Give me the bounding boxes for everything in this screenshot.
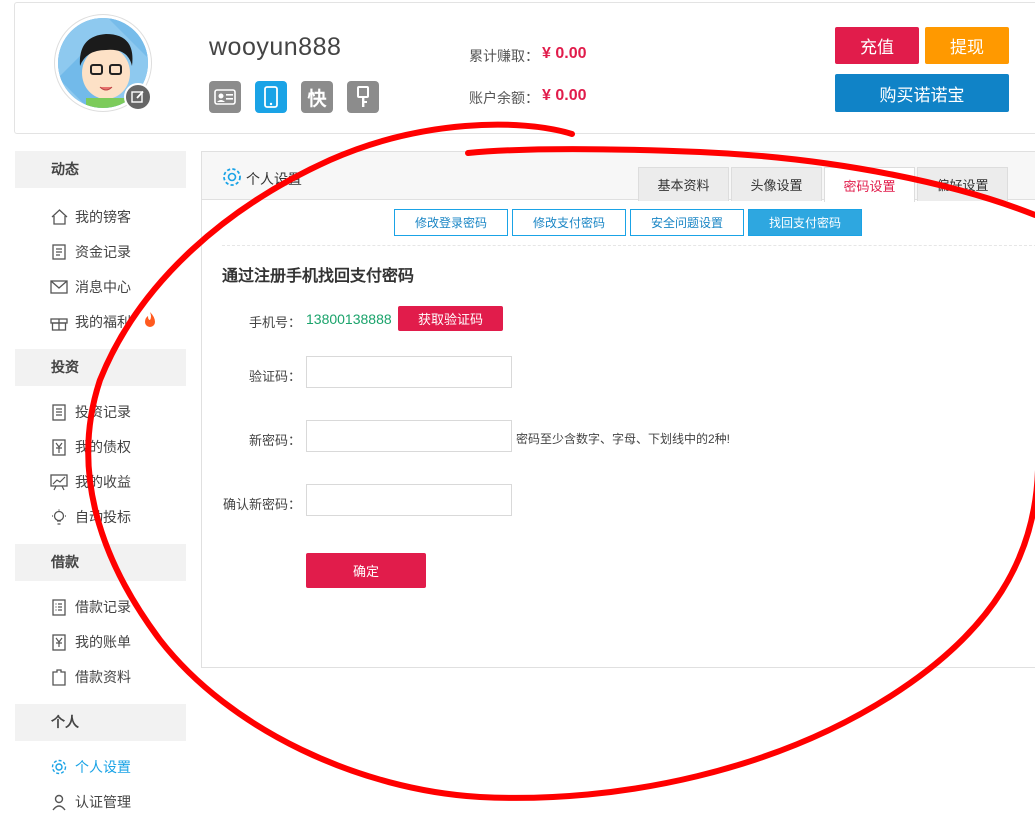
sidebar-item-my-claims[interactable]: 我的债权 [49,436,131,458]
new-password-label: 新密码： [248,433,301,448]
subtab-change-login-password[interactable]: 修改登录密码 [394,209,508,236]
sidebar-item-my-earnings[interactable]: 我的收益 [49,471,131,493]
submit-button[interactable]: 确定 [306,553,426,588]
phone-icon[interactable] [255,81,287,113]
subtab-recover-pay-password[interactable]: 找回支付密码 [748,209,862,236]
phone-value: 13800138888 [306,311,392,327]
sidebar-section-loan: 借款 [15,544,186,581]
panel-title: 个人设置 [246,171,302,187]
chart-board-icon [49,473,69,491]
code-label: 验证码： [248,369,301,384]
document-icon [49,403,69,421]
subtab-security-question[interactable]: 安全问题设置 [630,209,744,236]
username: wooyun888 [209,33,342,61]
sidebar-item-personal-settings[interactable]: 个人设置 [49,756,131,778]
recharge-button[interactable]: 充值 [835,27,919,64]
sidebar-item-loan-docs[interactable]: 借款资料 [49,666,131,688]
key-icon[interactable] [347,81,379,113]
gift-icon [49,313,69,331]
sidebar-section-invest: 投资 [15,349,186,386]
profile-header [14,2,1035,134]
list-doc-icon [49,598,69,616]
subtab-change-pay-password[interactable]: 修改支付密码 [512,209,626,236]
fire-icon [143,311,157,334]
sidebar-item-benefits[interactable]: 我的福利 [49,311,157,333]
new-password-input[interactable] [306,420,512,452]
divider [222,245,1035,246]
user-icon [49,793,69,811]
code-input[interactable] [306,356,512,388]
sidebar-item-messages[interactable]: 消息中心 [49,276,131,298]
gear-icon [49,758,69,776]
sidebar-section-activity: 动态 [15,151,186,188]
password-hint: 密码至少含数字、字母、下划线中的2种! [516,432,731,446]
confirm-password-label: 确认新密码： [222,497,301,512]
sidebar-item-my-bangke[interactable]: 我的镑客 [49,206,131,228]
folder-doc-icon [49,668,69,686]
withdraw-button[interactable]: 提现 [925,27,1009,64]
tab-password[interactable]: 密码设置 [824,167,915,202]
id-card-icon[interactable] [209,81,241,113]
buy-product-button[interactable]: 购买诺诺宝 [835,74,1009,112]
sidebar-item-auto-bid[interactable]: 自动投标 [49,506,131,528]
home-icon [49,208,69,226]
get-code-button[interactable]: 获取验证码 [398,306,503,331]
quick-badge[interactable]: 快 [301,81,333,113]
sidebar-item-loan-records[interactable]: 借款记录 [49,596,131,618]
total-earned-value: ¥ 0.00 [542,45,587,62]
sidebar-section-personal: 个人 [15,704,186,741]
sidebar-item-invest-records[interactable]: 投资记录 [49,401,131,423]
mail-icon [49,278,69,296]
tab-preferences[interactable]: 偏好设置 [917,167,1008,201]
balance-value: ¥ 0.00 [542,87,587,104]
ledger-icon [49,243,69,261]
phone-label: 手机号： [248,315,301,330]
sidebar-item-funds[interactable]: 资金记录 [49,241,131,263]
settings-gear-icon [221,166,243,191]
tab-avatar[interactable]: 头像设置 [731,167,822,201]
edit-avatar-icon[interactable] [124,83,152,111]
tab-basic-info[interactable]: 基本资料 [638,167,729,201]
sidebar: 动态 我的镑客 资金记录 消息中心 我的福利 投资 投资记录 我的债权 我的收益… [15,151,186,811]
sidebar-item-verification[interactable]: 认证管理 [49,791,131,813]
lightbulb-icon [49,508,69,526]
confirm-password-input[interactable] [306,484,512,516]
balance-label: 账户余额： [469,90,539,106]
section-title: 通过注册手机找回支付密码 [222,268,415,285]
total-earned-label: 累计赚取： [469,48,539,64]
sidebar-item-my-bills[interactable]: 我的账单 [49,631,131,653]
yen-doc-icon [49,438,69,456]
bill-icon [49,633,69,651]
